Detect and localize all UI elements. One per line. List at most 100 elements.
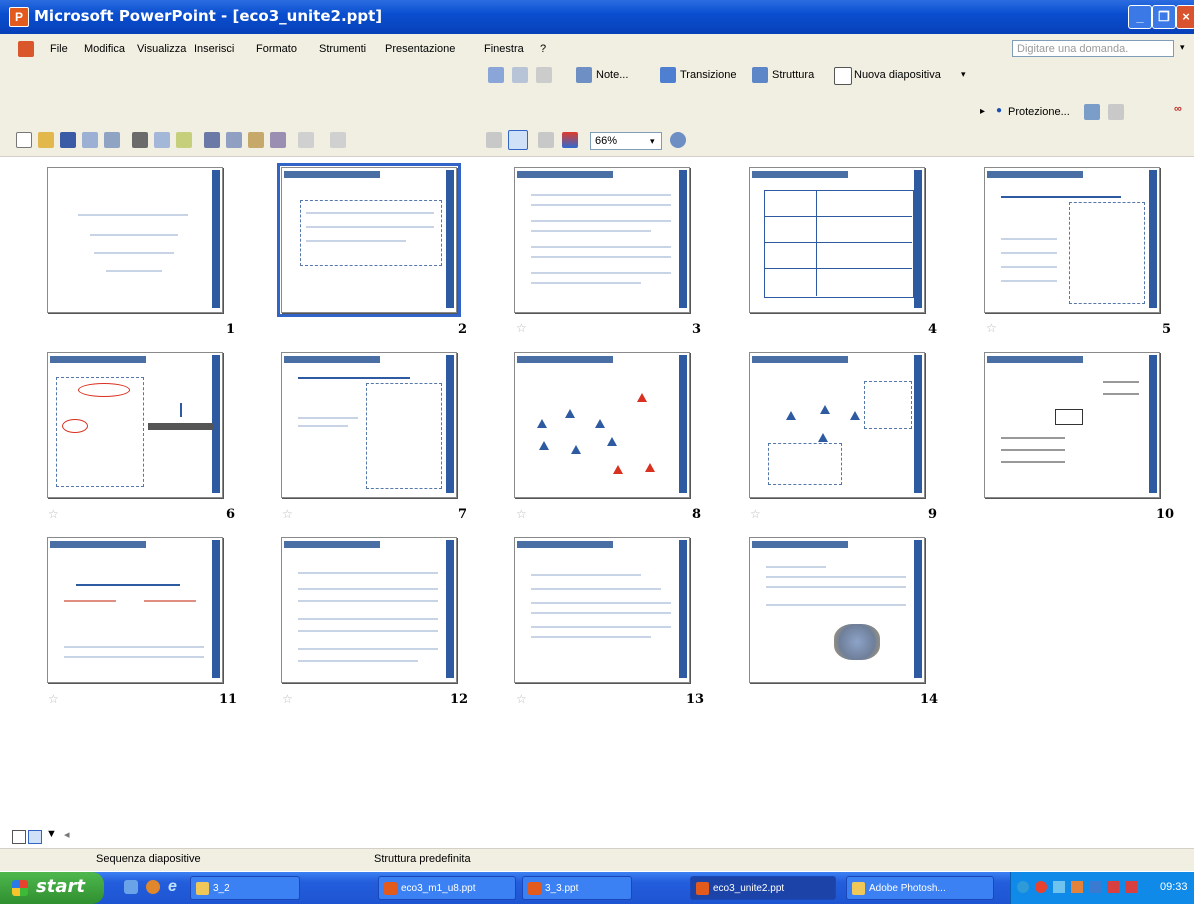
close-icon[interactable]: × [1176,5,1194,29]
settings-icon[interactable] [1108,104,1124,120]
design-button[interactable]: Struttura [772,69,814,81]
new-icon[interactable] [16,132,32,148]
menu-help[interactable]: ? [540,43,546,55]
summary-icon[interactable] [536,67,552,83]
tools-icon[interactable] [1084,104,1100,120]
help-icon[interactable] [670,132,686,148]
transition-star-icon[interactable]: ☆ [282,507,293,521]
menu-visualizza[interactable]: Visualizza [137,43,186,55]
help-search-input[interactable]: Digitare una domanda. [1012,40,1174,57]
menu-modifica[interactable]: Modifica [84,43,125,55]
help-dropdown-icon[interactable]: ▾ [1180,42,1185,53]
status-bar: Sequenza diapositive Struttura predefini… [0,848,1194,871]
slide-thumbnail-9[interactable] [749,352,925,498]
slide-thumbnail-12[interactable] [281,537,457,683]
slide-thumbnail-10[interactable] [984,352,1160,498]
transition-star-icon[interactable]: ☆ [516,692,527,706]
transition-star-icon[interactable]: ☆ [516,507,527,521]
slide-thumbnail-5[interactable] [984,167,1160,313]
spelling-icon[interactable] [176,132,192,148]
transition-star-icon[interactable]: ☆ [750,507,761,521]
slide-thumbnail-3[interactable] [514,167,690,313]
tray-icon[interactable] [1017,881,1029,893]
color-grayscale-icon[interactable] [562,132,578,148]
menu-presentazione[interactable]: Presentazione [385,43,455,55]
slide-thumbnail-2[interactable] [277,163,461,317]
tray-icon[interactable] [1107,881,1119,893]
toolbar-expand-icon[interactable]: ▸ [980,106,985,117]
transition-star-icon[interactable]: ☆ [48,507,59,521]
print-icon[interactable] [132,132,148,148]
transition-star-icon[interactable]: ☆ [282,692,293,706]
protection-icon[interactable]: ● [996,105,1002,116]
normal-view-icon[interactable] [12,830,26,844]
tray-icon[interactable] [1053,881,1065,893]
slide-thumbnail-13[interactable] [514,537,690,683]
document-icon[interactable] [18,41,34,57]
protection-button[interactable]: Protezione... [1008,106,1070,118]
slide-sorter-view-icon[interactable] [28,830,42,844]
transition-star-icon[interactable]: ☆ [986,321,997,335]
rehearse-icon[interactable] [512,67,528,83]
toolbar-options-icon[interactable]: ▾ [961,69,966,80]
slideshow-view-icon[interactable]: ▼ [46,828,57,840]
new-slide-button[interactable]: Nuova diapositiva [854,69,941,81]
minimize-icon[interactable]: _ [1128,5,1152,29]
expand-all-icon[interactable] [486,132,502,148]
copy-icon[interactable] [226,132,242,148]
print-preview-icon[interactable] [154,132,170,148]
show-formatting-icon[interactable] [508,130,528,150]
task-eco3_unite2[interactable]: eco3_unite2.ppt [690,876,836,900]
menu-finestra[interactable]: Finestra [484,43,524,55]
menu-inserisci[interactable]: Inserisci [194,43,234,55]
paste-icon[interactable] [248,132,264,148]
design-icon[interactable] [752,67,768,83]
start-button[interactable]: start [0,872,104,904]
task-3_3[interactable]: 3_3.ppt [522,876,632,900]
slide-arrow-icon [818,433,828,442]
redo-icon[interactable] [330,132,346,148]
zoom-dropdown-icon[interactable]: ▾ [650,136,655,147]
scroll-left-icon[interactable]: ◂ [64,828,70,841]
task-photoshop[interactable]: Adobe Photosh... [846,876,994,900]
transition-star-icon[interactable]: ☆ [516,321,527,335]
slide-thumbnail-8[interactable] [514,352,690,498]
tray-icon[interactable] [1071,881,1083,893]
transition-star-icon[interactable]: ☆ [48,692,59,706]
email-icon[interactable] [104,132,120,148]
hide-slide-icon[interactable] [488,67,504,83]
internet-explorer-icon[interactable]: e [168,878,177,896]
tray-icon[interactable] [1035,881,1047,893]
slide-thumbnail-1[interactable] [47,167,223,313]
format-painter-icon[interactable] [270,132,286,148]
desktop-icon[interactable] [124,880,138,894]
tray-icon[interactable] [1089,881,1101,893]
undo-icon[interactable] [298,132,314,148]
slide-thumbnail-6[interactable] [47,352,223,498]
powerpoint-app-icon[interactable]: P [9,7,29,27]
menu-formato[interactable]: Formato [256,43,297,55]
media-icon[interactable] [146,880,160,894]
menu-strumenti[interactable]: Strumenti [319,43,366,55]
slide-thumbnail-4[interactable] [749,167,925,313]
clock[interactable]: 09:33 [1160,881,1188,893]
slide-thumbnail-7[interactable] [281,352,457,498]
menu-file[interactable]: File [50,43,68,55]
slide-thumbnail-14[interactable] [749,537,925,683]
notes-button[interactable]: Note... [596,69,628,81]
notes-icon[interactable] [576,67,592,83]
tray-icon[interactable] [1125,881,1137,893]
cut-icon[interactable] [204,132,220,148]
task-eco3_m1_u8[interactable]: eco3_m1_u8.ppt [378,876,516,900]
slide-thumbnail-11[interactable] [47,537,223,683]
new-slide-icon[interactable] [834,67,852,85]
grid-icon[interactable] [538,132,554,148]
link-icon[interactable]: ∞ [1174,103,1182,115]
transition-icon[interactable] [660,67,676,83]
transition-button[interactable]: Transizione [680,69,736,81]
task-folder-3_2[interactable]: 3_2 [190,876,300,900]
permission-icon[interactable] [82,132,98,148]
maximize-icon[interactable]: ❐ [1152,5,1176,29]
open-icon[interactable] [38,132,54,148]
save-icon[interactable] [60,132,76,148]
